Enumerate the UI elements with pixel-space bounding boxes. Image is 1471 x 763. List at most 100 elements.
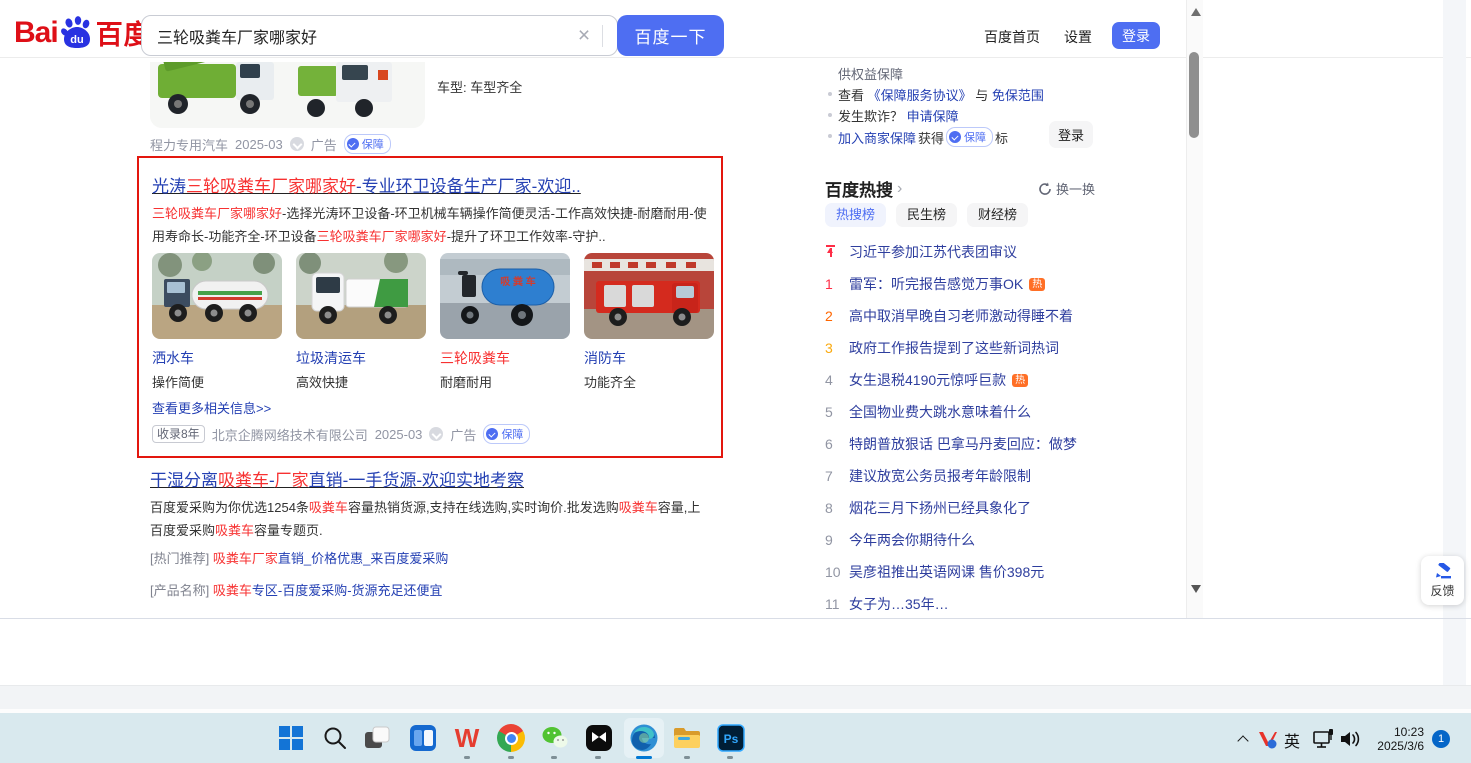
- organic-result-title-link[interactable]: 干湿分离吸粪车-厂家直销-一手货源-欢迎实地考察: [150, 466, 524, 491]
- baidu-logo[interactable]: Bai du 百度: [14, 13, 152, 52]
- hot-search-title[interactable]: 百度热搜: [825, 176, 893, 201]
- tray-app-button[interactable]: [1256, 727, 1280, 751]
- network-button[interactable]: [1312, 728, 1336, 750]
- thumb-title-suction[interactable]: 三轮吸粪车: [440, 348, 510, 368]
- ad-result-description: 三轮吸粪车厂家哪家好-选择光涛环卫设备-环卫机械车辆操作简便灵活-工作高效快捷-…: [152, 202, 714, 248]
- hot-search-tabs: 热搜榜 民生榜 财经榜: [825, 203, 1028, 227]
- wechat-button[interactable]: [540, 723, 570, 753]
- scroll-up-icon[interactable]: [1191, 8, 1201, 16]
- hot-list-item[interactable]: 3 政府工作报告提到了这些新词热词: [825, 332, 1103, 364]
- sidebar-login-button[interactable]: 登录: [1049, 121, 1093, 148]
- wps-office-button[interactable]: W: [452, 723, 482, 753]
- recommend-link[interactable]: 直销_价格优惠_来百度爱采购: [278, 551, 448, 566]
- check-icon: [949, 131, 961, 143]
- ime-indicator[interactable]: 英: [1284, 728, 1300, 752]
- thumb-sub: 高效快捷: [296, 372, 348, 391]
- hot-list-item[interactable]: 7 建议放宽公务员报考年龄限制: [825, 460, 1103, 492]
- thumb-fire-truck[interactable]: [584, 253, 714, 339]
- hot-list-item[interactable]: 6 特朗普放狠话 巴拿马丹麦回应：做梦: [825, 428, 1103, 460]
- title-highlight: 三轮吸粪车厂家哪家好: [186, 177, 356, 196]
- search-input[interactable]: [142, 27, 566, 45]
- photoshop-button[interactable]: Ps: [716, 723, 746, 753]
- hot-list-item[interactable]: 5 全国物业费大跳水意味着什么: [825, 396, 1103, 428]
- vehicle-spec: 车型: 车型齐全: [437, 77, 522, 96]
- service-agreement-link[interactable]: 《保障服务协议》: [868, 88, 972, 103]
- source-name[interactable]: 程力专用汽车: [150, 135, 228, 154]
- feedback-button[interactable]: 反馈: [1421, 556, 1464, 605]
- search-divider: [602, 25, 603, 47]
- assurance-badge[interactable]: 保障: [344, 134, 391, 154]
- chevron-down-icon[interactable]: [429, 427, 443, 441]
- link-highlight[interactable]: 吸粪车: [213, 583, 252, 598]
- tab-hot-list[interactable]: 热搜榜: [825, 203, 886, 227]
- notification-badge[interactable]: 1: [1432, 730, 1450, 748]
- widgets-button[interactable]: [408, 723, 438, 753]
- thumb-suction-tricycle[interactable]: 吸 粪 车: [440, 253, 570, 339]
- chevron-right-icon[interactable]: ›: [897, 180, 902, 198]
- login-button[interactable]: 登录: [1112, 22, 1160, 49]
- source-name[interactable]: 北京企腾网络技术有限公司: [212, 425, 368, 444]
- protection-text-partial: 供权益保障: [838, 64, 903, 83]
- hot-list-item[interactable]: 9 今年两会你期待什么: [825, 524, 1103, 556]
- assurance-badge[interactable]: 保障: [483, 424, 530, 444]
- thumb-garbage-truck[interactable]: [296, 253, 426, 339]
- clear-search-icon[interactable]: ×: [566, 24, 602, 48]
- see-more-link[interactable]: 查看更多相关信息>>: [152, 398, 271, 417]
- search-button[interactable]: 百度一下: [617, 15, 724, 56]
- chevron-down-icon[interactable]: [290, 137, 304, 151]
- hot-list-item-clipped[interactable]: 11 女子为…35年…: [825, 588, 1103, 613]
- join-merchant-link[interactable]: 加入商家保障: [838, 128, 916, 147]
- hot-list-item[interactable]: 8 烟花三月下扬州已经具象化了: [825, 492, 1103, 524]
- page-scrollbar-thumb[interactable]: [1189, 52, 1199, 138]
- exemption-scope-link[interactable]: 免保范围: [992, 88, 1044, 103]
- thumb-sprinkler-truck[interactable]: [152, 253, 282, 339]
- task-view-button[interactable]: [362, 723, 392, 753]
- ad-result-title-link[interactable]: 光涛三轮吸粪车厂家哪家好-专业环卫设备生产厂家-欢迎..: [152, 172, 581, 197]
- ad-label: 广告: [311, 135, 337, 154]
- hot-list-item[interactable]: 4 女生退税4190元惊呼巨款 热: [825, 364, 1103, 396]
- capcut-button[interactable]: [584, 723, 614, 753]
- result-thumbnail-strip[interactable]: [150, 62, 425, 128]
- taskbar-clock[interactable]: 10:23 2025/3/6: [1356, 725, 1424, 753]
- hot-list-item[interactable]: 10 吴彦祖推出英语网课 售价398元: [825, 556, 1103, 588]
- refresh-control[interactable]: 换一换: [1038, 179, 1095, 198]
- hot-list-item[interactable]: 习近平参加江苏代表团审议: [825, 236, 1103, 268]
- lower-gray-band: [0, 685, 1471, 710]
- thumb-title-fire[interactable]: 消防车: [584, 348, 626, 368]
- apply-protection-link[interactable]: 申请保障: [907, 109, 959, 124]
- edge-button[interactable]: [629, 723, 659, 753]
- nav-baidu-home[interactable]: 百度首页: [984, 27, 1040, 47]
- assurance-badge: 保障: [946, 127, 993, 147]
- link-highlight[interactable]: 吸粪车厂家: [213, 551, 278, 566]
- hot-badge: 热: [1012, 374, 1028, 387]
- protection-line-fraud: 发生欺诈？ 申请保障: [838, 106, 959, 125]
- clock-time: 10:23: [1356, 725, 1424, 739]
- hot-list-item[interactable]: 2 高中取消早晚自习老师激动得睡不着: [825, 300, 1103, 332]
- tray-chevron-up-icon[interactable]: [1237, 733, 1249, 745]
- organic-result-description: 百度爱采购为你优选1254条吸粪车容量热销货源,支持在线选购,实时询价.批发选购…: [150, 496, 710, 542]
- fire-truck-image: [584, 253, 714, 339]
- file-explorer-button[interactable]: [672, 723, 702, 753]
- active-running-indicator: [636, 756, 652, 759]
- running-indicator: [508, 756, 514, 759]
- svg-text:W: W: [455, 724, 480, 752]
- edge-icon: [629, 723, 659, 753]
- scroll-down-icon[interactable]: [1191, 585, 1201, 593]
- nav-settings[interactable]: 设置: [1064, 27, 1092, 47]
- title-text: 光涛: [152, 177, 186, 196]
- chrome-button[interactable]: [496, 723, 526, 753]
- tab-finance[interactable]: 财经榜: [967, 203, 1028, 227]
- start-button[interactable]: [276, 723, 306, 753]
- protection-line-join: 加入商家保障 获得 保障 标: [838, 127, 1008, 147]
- search-box: ×: [141, 15, 618, 56]
- thumb-title-sprinkler[interactable]: 洒水车: [152, 348, 194, 368]
- thumb-title-garbage[interactable]: 垃圾清运车: [296, 348, 366, 368]
- tab-livelihood[interactable]: 民生榜: [896, 203, 957, 227]
- product-link[interactable]: 专区-百度爱采购-货源充足还便宜: [252, 583, 443, 598]
- chrome-icon: [497, 724, 525, 752]
- running-indicator: [595, 756, 601, 759]
- highlighted-ad-result: 光涛三轮吸粪车厂家哪家好-专业环卫设备生产厂家-欢迎.. 三轮吸粪车厂家哪家好-…: [137, 156, 723, 458]
- running-indicator: [727, 756, 733, 759]
- taskbar-search-button[interactable]: [320, 723, 350, 753]
- hot-list-item[interactable]: 1 雷军：听完报告感觉万事OK 热: [825, 268, 1103, 300]
